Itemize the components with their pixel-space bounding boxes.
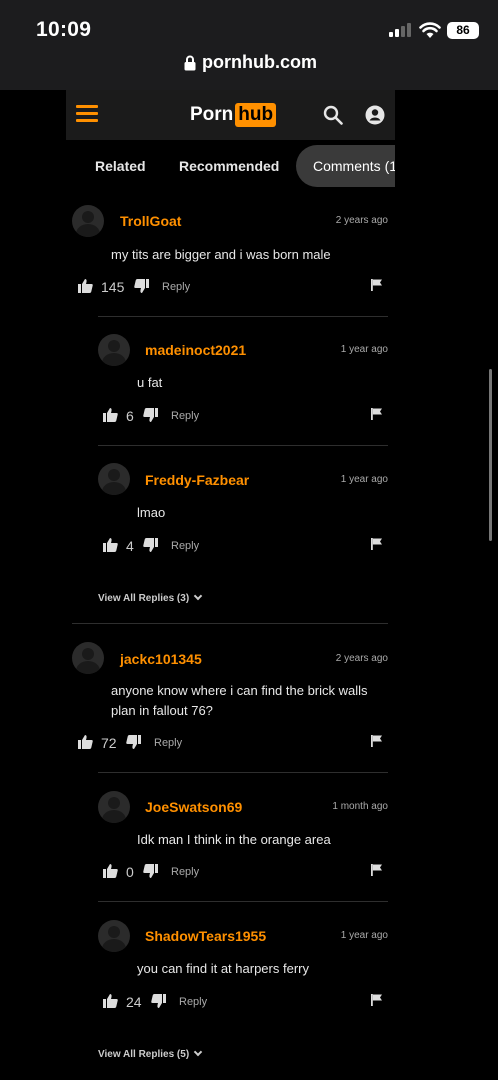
comment-text: lmao [137, 505, 166, 520]
view-all-replies-link[interactable]: View All Replies (3) [98, 591, 203, 604]
thumbs-up-icon[interactable] [103, 994, 118, 1008]
tab-comments[interactable]: Comments (1 [296, 145, 395, 187]
comment-timestamp: 1 year ago [340, 474, 388, 485]
thumbs-up-icon[interactable] [78, 279, 93, 293]
search-icon[interactable] [323, 105, 343, 125]
divider [98, 445, 388, 446]
reply-button[interactable]: Reply [171, 540, 199, 552]
thumbs-up-icon[interactable] [78, 735, 93, 749]
thumbs-down-icon[interactable] [134, 279, 149, 293]
tab-related[interactable]: Related [95, 158, 146, 174]
reply-button[interactable]: Reply [171, 410, 199, 422]
flag-icon[interactable] [371, 408, 383, 420]
comment-text: anyone know where i can find the brick w… [111, 683, 368, 718]
view-all-replies-label: View All Replies (3) [98, 593, 190, 604]
avatar[interactable] [98, 463, 130, 495]
comment-text: u fat [137, 375, 163, 390]
comment-timestamp: 1 year ago [340, 344, 388, 355]
flag-icon[interactable] [371, 279, 383, 291]
signal-icon [389, 23, 413, 37]
site-header: Porn hub [66, 90, 395, 140]
reply-button[interactable]: Reply [162, 281, 190, 293]
avatar[interactable] [98, 920, 130, 952]
thumbs-up-icon[interactable] [103, 538, 118, 552]
comment-text: Idk man I think in the orange area [137, 832, 331, 847]
avatar[interactable] [98, 334, 130, 366]
tab-recommended[interactable]: Recommended [179, 158, 279, 174]
divider [72, 623, 388, 624]
thumbs-down-icon[interactable] [151, 994, 166, 1008]
comment-username[interactable]: TrollGoat [120, 213, 181, 229]
like-count: 72 [101, 735, 117, 751]
thumbs-up-icon[interactable] [103, 864, 118, 878]
thumbs-up-icon[interactable] [103, 408, 118, 422]
comment-username[interactable]: JoeSwatson69 [145, 799, 242, 815]
avatar[interactable] [98, 791, 130, 823]
divider [98, 316, 388, 317]
comment-username[interactable]: madeinoct2021 [145, 342, 246, 358]
divider [98, 772, 388, 773]
comment-text: my tits are bigger and i was born male [111, 247, 331, 262]
comment-username[interactable]: jackc101345 [120, 651, 202, 667]
like-count: 4 [126, 538, 134, 554]
flag-icon[interactable] [371, 735, 383, 747]
divider [98, 901, 388, 902]
lock-icon [184, 55, 196, 71]
chevron-down-icon [193, 1047, 203, 1057]
avatar[interactable] [72, 205, 104, 237]
reply-button[interactable]: Reply [171, 866, 199, 878]
comment-text: you can find it at harpers ferry [137, 961, 309, 976]
comment-timestamp: 2 years ago [335, 215, 388, 226]
comment-username[interactable]: ShadowTears1955 [145, 928, 266, 944]
thumbs-down-icon[interactable] [126, 735, 141, 749]
status-bar: 10:09 86 [0, 0, 498, 48]
url-bar[interactable]: pornhub.com [0, 48, 498, 90]
user-account-icon[interactable] [365, 105, 385, 125]
url-text[interactable]: pornhub.com [202, 52, 317, 73]
reply-button[interactable]: Reply [154, 737, 182, 749]
comment-username[interactable]: Freddy-Fazbear [145, 472, 249, 488]
flag-icon[interactable] [371, 994, 383, 1006]
thumbs-down-icon[interactable] [143, 538, 158, 552]
chevron-down-icon [193, 591, 203, 601]
battery-indicator: 86 [447, 22, 479, 39]
reply-button[interactable]: Reply [179, 996, 207, 1008]
flag-icon[interactable] [371, 538, 383, 550]
thumbs-down-icon[interactable] [143, 408, 158, 422]
like-count: 6 [126, 408, 134, 424]
status-time: 10:09 [36, 18, 92, 41]
view-all-replies-link[interactable]: View All Replies (5) [98, 1047, 203, 1060]
view-all-replies-label: View All Replies (5) [98, 1049, 190, 1060]
site-logo[interactable]: Porn hub [190, 102, 277, 128]
scrollbar[interactable] [489, 369, 492, 541]
like-count: 0 [126, 864, 134, 880]
comment-timestamp: 2 years ago [335, 653, 388, 664]
thumbs-down-icon[interactable] [143, 864, 158, 878]
hamburger-menu-icon[interactable] [76, 105, 98, 122]
content-tabs: Related Recommended Comments (1 [66, 140, 395, 192]
avatar[interactable] [72, 642, 104, 674]
like-count: 145 [101, 279, 125, 295]
comment-timestamp: 1 month ago [332, 801, 388, 812]
logo-text-right: hub [235, 103, 277, 127]
comment-timestamp: 1 year ago [340, 930, 388, 941]
like-count: 24 [126, 994, 142, 1010]
logo-text-left: Porn [190, 104, 234, 125]
wifi-icon [419, 22, 441, 38]
flag-icon[interactable] [371, 864, 383, 876]
